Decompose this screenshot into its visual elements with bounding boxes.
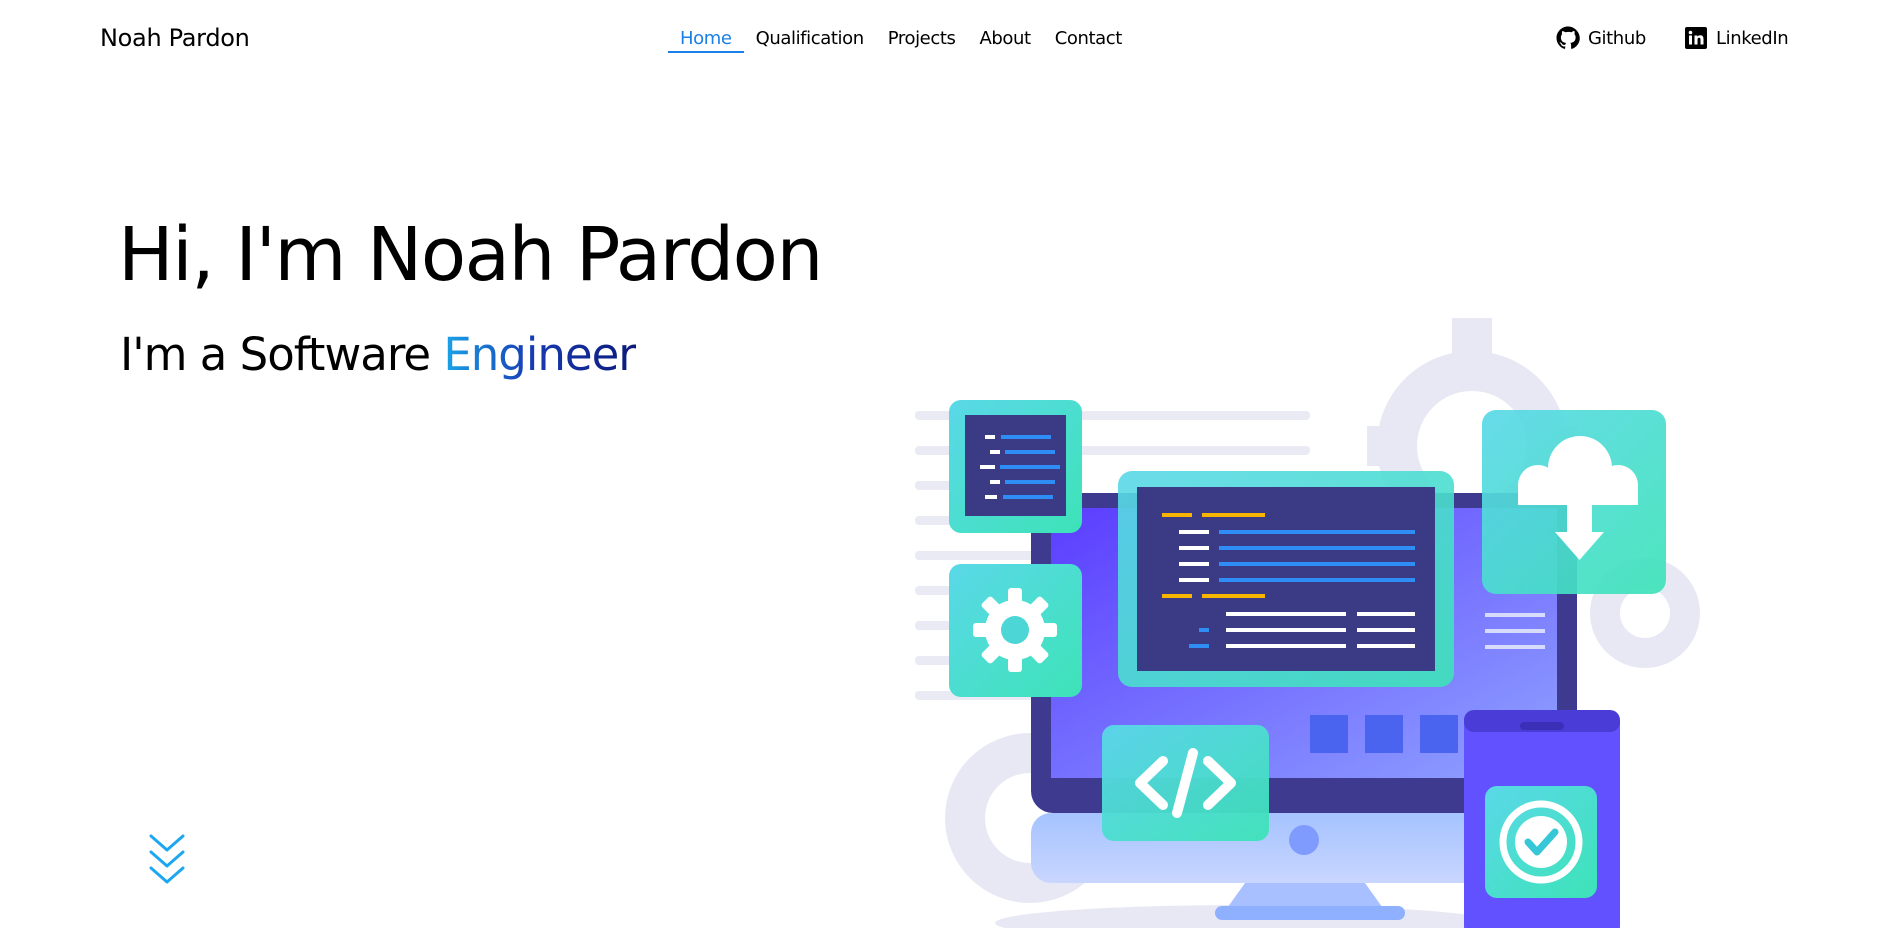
hero-subtitle: I'm a Software Engineer	[120, 328, 637, 381]
brand-name[interactable]: Noah Pardon	[100, 24, 250, 52]
chevrons-down-icon[interactable]	[148, 832, 186, 888]
subtitle-prefix: I'm a Software	[120, 328, 444, 381]
main-nav: Home Qualification Projects About Contac…	[668, 28, 1134, 53]
nav-qualification[interactable]: Qualification	[744, 28, 876, 53]
nav-contact[interactable]: Contact	[1043, 28, 1134, 53]
nav-home[interactable]: Home	[668, 28, 744, 53]
linkedin-icon	[1685, 27, 1707, 49]
github-link[interactable]: Github	[1556, 26, 1646, 50]
nav-projects[interactable]: Projects	[876, 28, 968, 53]
linkedin-link[interactable]: LinkedIn	[1684, 26, 1789, 50]
github-icon	[1556, 26, 1580, 49]
github-label: Github	[1588, 27, 1646, 49]
subtitle-role: Engineer	[443, 328, 636, 381]
nav-about[interactable]: About	[967, 28, 1042, 53]
hero-title: Hi, I'm Noah Pardon	[118, 212, 823, 298]
linkedin-label: LinkedIn	[1716, 27, 1789, 49]
developer-illustration	[915, 318, 1700, 928]
